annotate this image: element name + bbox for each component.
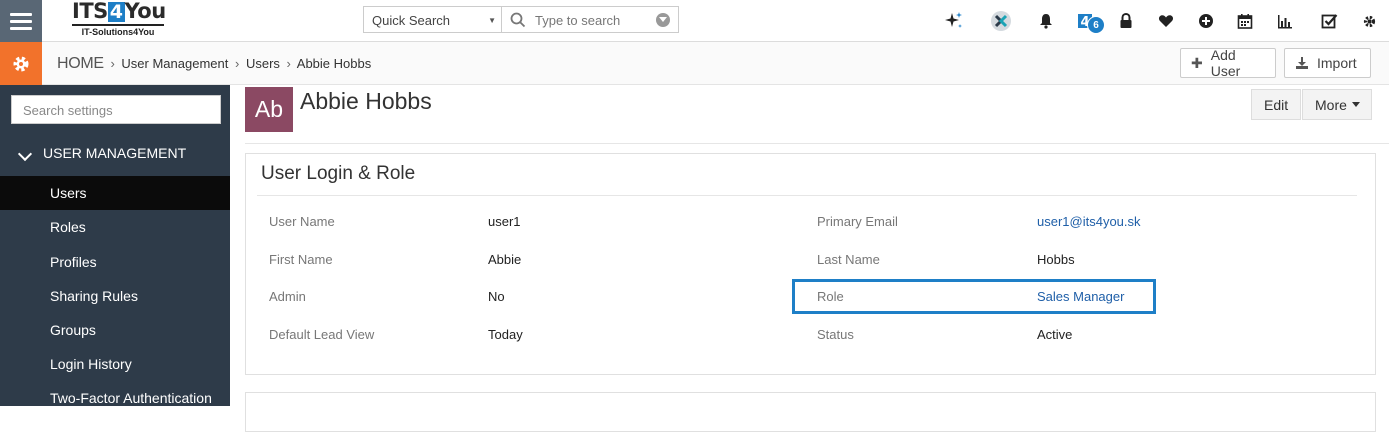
divider [257, 195, 1357, 196]
breadcrumb-bar: HOME › User Management › Users › Abbie H… [0, 42, 1389, 85]
avatar: Ab [245, 87, 293, 132]
its4you-notifications-icon[interactable]: 4 6 [1073, 9, 1105, 34]
download-icon [1296, 57, 1308, 69]
add-user-button[interactable]: ✚ Add User [1180, 47, 1276, 79]
breadcrumb-current-user: Abbie Hobbs [296, 56, 372, 71]
bell-icon[interactable] [1034, 9, 1058, 33]
breadcrumb: HOME › User Management › Users › Abbie H… [57, 55, 371, 73]
breadcrumb-users[interactable]: Users [246, 56, 280, 71]
settings-sidebar: Search settings USER MANAGEMENT Users Ro… [0, 85, 230, 406]
field-label-user-name: User Name [269, 214, 335, 229]
sidebar-section-user-management[interactable]: USER MANAGEMENT [0, 143, 230, 163]
next-block [245, 392, 1376, 432]
field-value-user-name: user1 [488, 214, 521, 229]
calendar-icon[interactable] [1233, 9, 1257, 33]
sidebar-item-two-factor-authentication[interactable]: Two-Factor Authentication [0, 381, 230, 415]
sidebar-item-roles[interactable]: Roles [0, 210, 230, 244]
breadcrumb-user-management[interactable]: User Management [121, 56, 228, 71]
field-value-primary-email[interactable]: user1@its4you.sk [1037, 214, 1141, 229]
heart-icon[interactable] [1154, 9, 1178, 33]
field-label-admin: Admin [269, 289, 306, 304]
field-label-status: Status [817, 327, 854, 342]
search-scope-select[interactable]: Quick Search ▼ [363, 6, 502, 33]
user-login-role-block: User Login & Role User Name user1 Primar… [245, 153, 1376, 375]
chevron-right-icon: › [234, 56, 240, 71]
sparkle-icon[interactable] [942, 9, 966, 33]
user-detail-view: Ab Abbie Hobbs Edit More User Login & Ro… [230, 85, 1389, 432]
plus-circle-icon[interactable] [1194, 9, 1218, 33]
field-value-role[interactable]: Sales Manager [1037, 289, 1124, 304]
advanced-search-icon[interactable] [656, 13, 670, 27]
tasks-checkbox-icon[interactable] [1317, 9, 1341, 33]
field-value-status: Active [1037, 327, 1073, 342]
sidebar-item-groups[interactable]: Groups [0, 313, 230, 347]
block-title: User Login & Role [261, 163, 416, 184]
field-label-default-lead-view: Default Lead View [269, 327, 375, 342]
field-value-last-name: Hobbs [1037, 252, 1075, 267]
sidebar-item-users[interactable]: Users [0, 176, 230, 210]
lock-icon[interactable] [1114, 9, 1138, 33]
caret-down-icon [1351, 102, 1360, 107]
field-label-last-name: Last Name [817, 252, 880, 267]
field-label-role: Role [817, 289, 844, 304]
import-button[interactable]: Import [1284, 48, 1371, 78]
x-app-icon[interactable] [989, 9, 1013, 33]
reports-chart-icon[interactable] [1273, 9, 1297, 33]
field-value-admin: No [488, 289, 505, 304]
sidebar-item-login-history[interactable]: Login History [0, 347, 230, 381]
plus-icon: ✚ [1191, 54, 1203, 71]
gear-icon [13, 56, 29, 71]
app-menu-button[interactable] [0, 0, 42, 42]
field-label-primary-email: Primary Email [817, 214, 898, 229]
hamburger-icon [10, 11, 32, 32]
edit-button[interactable]: Edit [1251, 89, 1301, 120]
notification-badge: 6 [1087, 16, 1105, 34]
field-label-first-name: First Name [269, 252, 333, 267]
settings-search-input[interactable]: Search settings [11, 95, 221, 124]
user-gear-icon[interactable] [1357, 9, 1381, 33]
sidebar-item-sharing-rules[interactable]: Sharing Rules [0, 279, 230, 313]
chevron-right-icon: › [286, 56, 291, 71]
brand-logo[interactable]: ITS 4You IT-Solutions4You [72, 0, 182, 42]
top-navbar: ITS 4You IT-Solutions4You Quick Search ▼ … [0, 0, 1389, 42]
breadcrumb-home[interactable]: HOME [57, 55, 104, 72]
settings-button[interactable] [0, 42, 42, 85]
field-value-default-lead-view: Today [488, 327, 523, 342]
chevron-right-icon: › [110, 56, 115, 71]
sidebar-item-profiles[interactable]: Profiles [0, 245, 230, 279]
divider [245, 143, 1389, 144]
page-title: Abbie Hobbs [300, 88, 432, 114]
field-value-first-name: Abbie [488, 252, 522, 267]
caret-down-icon: ▼ [488, 16, 496, 25]
search-input[interactable]: Type to search [501, 6, 679, 33]
search-icon [510, 12, 526, 28]
chevron-down-icon [17, 146, 33, 162]
more-dropdown-button[interactable]: More [1302, 89, 1372, 120]
